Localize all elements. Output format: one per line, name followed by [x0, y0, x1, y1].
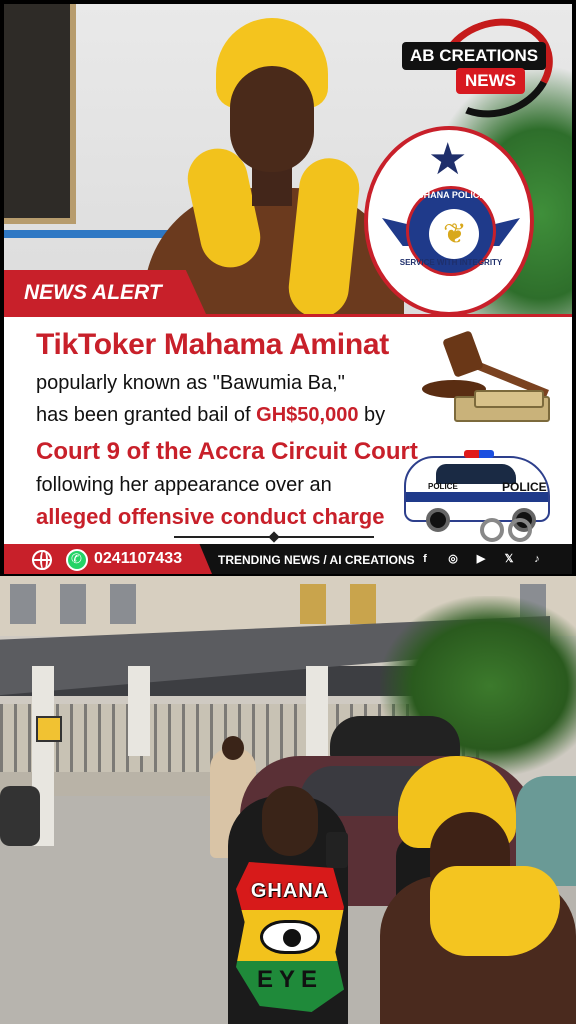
- brand-title: AB CREATIONS: [402, 42, 547, 70]
- x-icon[interactable]: 𝕏: [500, 550, 518, 568]
- handcuffs-icon: [480, 518, 536, 542]
- background-window: [4, 4, 76, 224]
- portrait-photo: AB CREATIONS NEWS ★ ❦ GHANA POLICE SERVI…: [4, 4, 572, 314]
- badge-motto: SERVICE WITH INTEGRITY: [399, 258, 503, 267]
- phone-number[interactable]: 0241107433: [94, 550, 182, 568]
- story-line-5: alleged offensive conduct charge: [36, 504, 385, 529]
- story-headline: TikToker Mahama Aminat: [36, 328, 389, 361]
- motorbike: [0, 786, 40, 846]
- footer-tagline: TRENDING NEWS / AI CREATIONS: [218, 553, 415, 567]
- story-line-2-suffix: by: [358, 404, 386, 426]
- instagram-icon[interactable]: ◎: [444, 550, 462, 568]
- story-line-4: following her appearance over an: [36, 474, 332, 496]
- bail-amount: GH$50,000: [256, 404, 359, 426]
- story-line-2: has been granted bail of GH$50,000 by: [36, 404, 385, 427]
- footer-bar: 0241107433 TRENDING NEWS / AI CREATIONS …: [4, 544, 572, 574]
- warning-sign-icon: [36, 716, 62, 742]
- car-label: POLICE: [502, 480, 547, 494]
- brand-subtitle: NEWS: [456, 68, 525, 94]
- tiktok-icon[interactable]: ♪: [528, 550, 546, 568]
- news-alert-label: NEWS ALERT: [24, 281, 162, 304]
- police-car-icon: POLICE POLICE: [404, 450, 550, 532]
- whatsapp-icon[interactable]: [66, 549, 88, 571]
- brand-logo: AB CREATIONS NEWS: [402, 4, 567, 134]
- divider: [174, 536, 374, 538]
- story-line-3: Court 9 of the Accra Circuit Court: [36, 438, 418, 465]
- globe-icon[interactable]: [32, 550, 52, 570]
- badge-name: GHANA POLICE: [416, 190, 486, 200]
- facebook-icon[interactable]: f: [416, 550, 434, 568]
- watermark-top: GHANA: [250, 880, 330, 902]
- youtube-icon[interactable]: ▶: [472, 550, 490, 568]
- watermark-bottom: EYE: [256, 966, 324, 993]
- story-line-1: popularly known as "Bawumia Ba,": [36, 372, 345, 394]
- star-icon: ★: [428, 135, 468, 184]
- ghana-eye-watermark: GHANA EYE: [236, 862, 344, 1012]
- police-badge-icon: ★ ❦ GHANA POLICE SERVICE WITH INTEGRITY: [364, 126, 534, 314]
- portrait-subject: [134, 18, 404, 314]
- eagle-icon: ❦: [443, 218, 467, 249]
- eye-icon: [260, 920, 320, 954]
- story-line-2-prefix: has been granted bail of: [36, 404, 257, 426]
- car-label-small: POLICE: [428, 482, 458, 491]
- news-card: AB CREATIONS NEWS ★ ❦ GHANA POLICE SERVI…: [4, 4, 572, 574]
